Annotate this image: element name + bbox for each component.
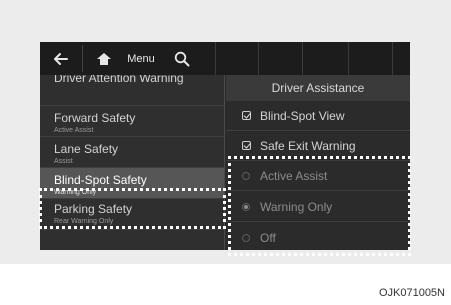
list-item-driver-attention-warning[interactable]: Driver Attention Warning <box>40 75 224 106</box>
figure-code: OJK071005N <box>378 287 445 299</box>
option-label: Blind-Spot View <box>260 108 345 123</box>
page-title: Driver Assistance <box>226 75 410 101</box>
list-item-title: Driver Attention Warning <box>54 75 184 85</box>
menu-button[interactable]: Menu <box>123 44 159 73</box>
highlight-selected-category <box>39 188 226 229</box>
highlight-radio-options <box>228 156 411 256</box>
search-icon <box>174 51 190 66</box>
list-item-title: Forward Safety <box>54 111 136 125</box>
menu-button-label: Menu <box>127 52 155 65</box>
back-button[interactable] <box>46 44 76 73</box>
back-arrow-icon <box>54 52 68 65</box>
toolbar-empty-slots <box>215 42 410 75</box>
checkbox-checked-icon <box>242 141 251 150</box>
option-label: Safe Exit Warning <box>260 138 356 153</box>
toolbar-divider <box>82 45 83 72</box>
search-button[interactable] <box>167 44 197 73</box>
list-item-forward-safety[interactable]: Forward Safety Active Assist <box>40 106 224 137</box>
home-button[interactable] <box>90 44 118 73</box>
figure-frame: Menu Driver Assistance Driver Attention … <box>0 0 451 264</box>
top-toolbar: Menu <box>40 42 410 75</box>
list-item-title: Lane Safety <box>54 142 119 156</box>
list-item-subtitle: Assist <box>54 158 73 165</box>
home-icon <box>97 52 111 65</box>
checkbox-checked-icon <box>242 111 251 120</box>
list-item-lane-safety[interactable]: Lane Safety Assist <box>40 137 224 168</box>
list-item-subtitle: Active Assist <box>54 127 94 134</box>
option-blind-spot-view[interactable]: Blind-Spot View <box>226 101 410 131</box>
list-item-title: Blind-Spot Safety <box>54 173 147 187</box>
